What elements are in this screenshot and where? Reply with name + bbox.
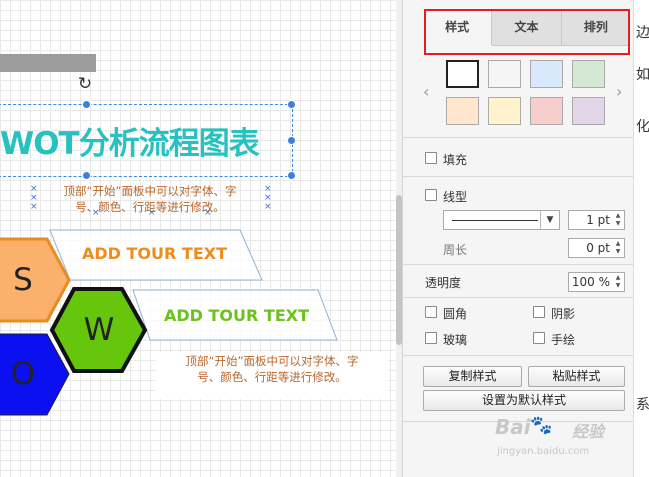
right-edge-strip: 边 如 化 系 (633, 0, 649, 477)
divider (403, 264, 634, 265)
paste-style-button[interactable]: 粘贴样式 (528, 366, 625, 387)
diagram-canvas[interactable]: ↻ WOT分析流程图表 顶部“开始”面板中可以对字体、字 号、颜色、行距等进行修… (0, 0, 402, 477)
hexagon-o-letter: O (10, 356, 36, 392)
style-swatch-8[interactable] (572, 97, 605, 125)
style-swatch-7[interactable] (530, 97, 563, 125)
watermark-brand: Bai (495, 415, 531, 439)
paw-icon: 🐾 (530, 415, 553, 436)
line-pattern-select[interactable]: ▼ (443, 210, 560, 230)
description-text-bottom[interactable]: 顶部“开始”面板中可以对字体、字 号、颜色、行距等进行修改。 (156, 352, 388, 399)
tour-text-label-1[interactable]: ADD TOUR TEXT (82, 244, 227, 263)
shadow-label: 阴影 (551, 307, 576, 321)
hexagon-w-letter: W (83, 312, 115, 348)
shapes-layer (0, 229, 338, 416)
line-width-value: 1 pt (586, 213, 610, 227)
divider (403, 355, 634, 356)
fill-label: 填充 (443, 153, 468, 167)
style-swatch-6[interactable] (488, 97, 521, 125)
line-pattern-preview (452, 220, 538, 221)
hexagon-s-letter: S (13, 262, 33, 298)
chevron-left-icon[interactable]: ‹ (423, 82, 429, 101)
fill-checkbox[interactable] (425, 152, 437, 164)
opacity-label: 透明度 (425, 276, 462, 290)
perimeter-value: 0 pt (586, 241, 610, 255)
style-swatch-4[interactable] (572, 60, 605, 88)
style-swatch-5[interactable] (446, 97, 479, 125)
format-panel: 样式 文本 排列 ‹ › 填充 线型 ▼ 1 pt ▲ ▼ 周长 0 pt ▲ ▼ … (402, 0, 634, 477)
tabs-highlight-box (424, 9, 630, 55)
opacity-value: 100 % (571, 275, 610, 289)
sketch-label: 手绘 (551, 333, 576, 347)
glass-label: 玻璃 (443, 333, 468, 347)
divider (403, 176, 634, 177)
shadow-checkbox[interactable] (533, 306, 545, 318)
perimeter-stepper[interactable]: 0 pt ▲ ▼ (568, 238, 625, 258)
style-swatch-2[interactable] (488, 60, 521, 88)
divider (403, 137, 634, 138)
watermark-url: jingyan.baidu.com (497, 446, 590, 457)
sketch-checkbox[interactable] (533, 332, 545, 344)
strip-char: 如 (636, 67, 649, 83)
stepper-arrows-icon[interactable]: ▲ ▼ (613, 274, 623, 290)
watermark-brand-cn: 经验 (572, 422, 605, 441)
chevron-down-icon[interactable]: ▼ (540, 211, 559, 229)
stepper-arrows-icon[interactable]: ▲ ▼ (613, 212, 623, 228)
tour-text-label-2[interactable]: ADD TOUR TEXT (164, 306, 309, 325)
copy-style-button[interactable]: 复制样式 (423, 366, 522, 387)
description-line: 顶部“开始”面板中可以对字体、字 (185, 354, 359, 368)
line-width-stepper[interactable]: 1 pt ▲ ▼ (568, 210, 625, 230)
rounded-label: 圆角 (443, 307, 468, 321)
line-label: 线型 (443, 190, 468, 204)
strip-char: 边 (636, 25, 649, 41)
strip-char: 系 (636, 397, 649, 413)
strip-char: 化 (636, 119, 649, 135)
style-swatch-1[interactable] (446, 60, 479, 88)
divider (403, 297, 634, 298)
line-checkbox[interactable] (425, 189, 437, 201)
chevron-right-icon[interactable]: › (616, 82, 622, 101)
rounded-checkbox[interactable] (425, 306, 437, 318)
glass-checkbox[interactable] (425, 332, 437, 344)
perimeter-label: 周长 (443, 243, 468, 257)
description-line: 号、颜色、行距等进行修改。 (197, 370, 347, 384)
style-swatch-3[interactable] (530, 60, 563, 88)
opacity-stepper[interactable]: 100 % ▲ ▼ (568, 272, 625, 292)
set-default-style-button[interactable]: 设置为默认样式 (423, 390, 625, 411)
stepper-arrows-icon[interactable]: ▲ ▼ (613, 240, 623, 256)
